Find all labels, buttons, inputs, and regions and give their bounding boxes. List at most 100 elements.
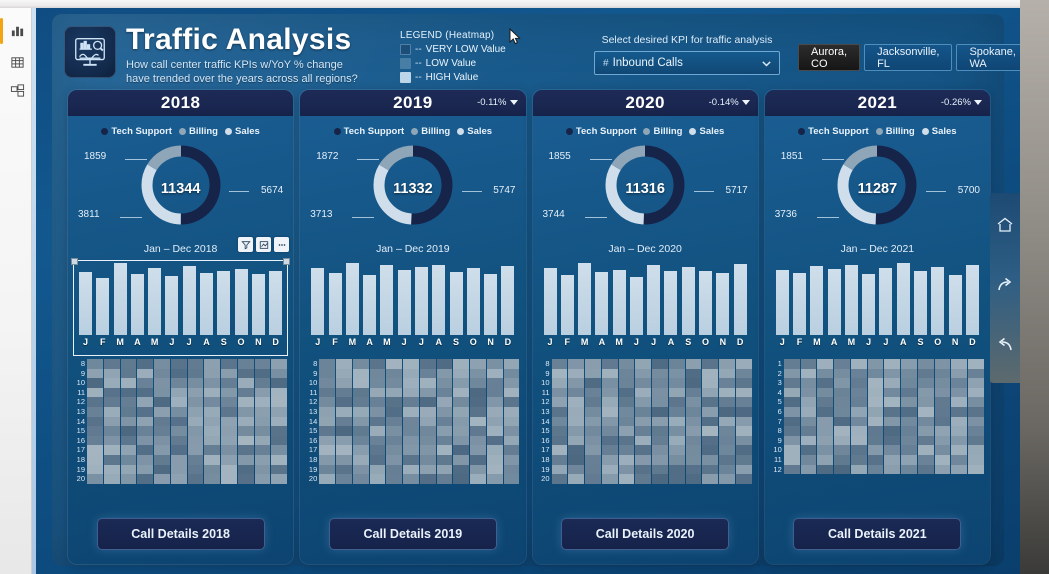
heatmap-cell[interactable]: [187, 397, 204, 407]
heatmap-cell[interactable]: [783, 435, 800, 446]
heatmap-cell[interactable]: [319, 359, 336, 369]
heatmap-cell[interactable]: [968, 454, 984, 465]
heatmap-cell[interactable]: [817, 416, 834, 427]
bar[interactable]: [148, 268, 162, 335]
heatmap-cell[interactable]: [453, 406, 470, 417]
legend-item-tech-support[interactable]: Tech Support: [565, 126, 636, 137]
heatmap-cell[interactable]: [618, 464, 635, 475]
heatmap-cell[interactable]: [652, 359, 668, 369]
heatmap-cell[interactable]: [237, 435, 254, 446]
chevron-down-icon[interactable]: [761, 58, 771, 68]
heatmap-cell[interactable]: [453, 359, 470, 369]
heatmap-cell[interactable]: [87, 435, 103, 446]
heatmap-cell[interactable]: [618, 406, 635, 417]
heatmap-cell[interactable]: [386, 416, 403, 427]
heatmap-cell[interactable]: [884, 464, 901, 475]
heatmap-cell[interactable]: [271, 445, 288, 455]
heatmap-cell[interactable]: [154, 387, 170, 398]
heatmap-cell[interactable]: [87, 474, 103, 484]
heatmap-cell[interactable]: [352, 368, 369, 379]
heatmap-cell[interactable]: [951, 387, 968, 398]
bar[interactable]: [234, 269, 248, 335]
heatmap-cell[interactable]: [934, 464, 951, 475]
heatmap-cell[interactable]: [884, 368, 901, 379]
heatmap-cell[interactable]: [850, 445, 867, 455]
heatmap-cell[interactable]: [934, 406, 951, 417]
heatmap-cell[interactable]: [783, 445, 800, 455]
heatmap-cell[interactable]: [137, 435, 154, 446]
heatmap-cell[interactable]: [403, 445, 419, 455]
heatmap-cell[interactable]: [917, 378, 934, 388]
heatmap-cell[interactable]: [884, 359, 901, 369]
heatmap-cell[interactable]: [470, 435, 486, 446]
heatmap-cell[interactable]: [934, 387, 951, 398]
heatmap-cell[interactable]: [901, 359, 917, 369]
heatmap-cell[interactable]: [968, 464, 984, 475]
heatmap-cell[interactable]: [668, 406, 685, 417]
heatmap-cell[interactable]: [503, 435, 520, 446]
heatmap-cell[interactable]: [951, 454, 968, 465]
heatmap-cell[interactable]: [237, 378, 254, 388]
heatmap-cell[interactable]: [221, 416, 237, 427]
heatmap-cell[interactable]: [187, 406, 204, 417]
heatmap-cell[interactable]: [120, 426, 137, 436]
heatmap-cell[interactable]: [901, 435, 917, 446]
legend-item-billing[interactable]: Billing: [411, 126, 450, 137]
heatmap-cell[interactable]: [783, 464, 800, 475]
heatmap-cell[interactable]: [369, 435, 386, 446]
heatmap-cell[interactable]: [137, 397, 154, 407]
heatmap-cell[interactable]: [319, 387, 336, 398]
bar[interactable]: [647, 264, 661, 335]
heatmap-cell[interactable]: [221, 426, 237, 436]
heatmap-cell[interactable]: [568, 445, 585, 455]
heatmap-cell[interactable]: [204, 464, 221, 475]
heatmap-cell[interactable]: [652, 474, 668, 484]
heatmap-cell[interactable]: [503, 378, 520, 388]
heatmap-cell[interactable]: [204, 445, 221, 455]
heatmap-cell[interactable]: [503, 406, 520, 417]
heatmap-cell[interactable]: [369, 454, 386, 465]
filter-icon[interactable]: [238, 237, 254, 252]
heatmap-cell[interactable]: [735, 368, 752, 379]
heatmap-cell[interactable]: [568, 426, 585, 436]
heatmap-cell[interactable]: [735, 454, 752, 465]
heatmap-cell[interactable]: [917, 416, 934, 427]
heatmap-cell[interactable]: [635, 454, 652, 465]
bar[interactable]: [948, 275, 962, 335]
heatmap-cell[interactable]: [668, 378, 685, 388]
heatmap-cell[interactable]: [719, 359, 735, 369]
bar[interactable]: [914, 271, 927, 335]
heatmap-cell[interactable]: [319, 435, 336, 446]
heatmap-cell[interactable]: [783, 454, 800, 465]
heatmap-cell[interactable]: [867, 435, 884, 446]
heatmap-cell[interactable]: [137, 406, 154, 417]
heatmap-cell[interactable]: [551, 406, 568, 417]
heatmap-cell[interactable]: [867, 416, 884, 427]
heatmap-cell[interactable]: [652, 426, 668, 436]
legend-item-billing[interactable]: Billing: [643, 126, 682, 137]
heatmap-cell[interactable]: [403, 426, 419, 436]
heatmap-cell[interactable]: [336, 454, 352, 465]
heatmap-cell[interactable]: [369, 445, 386, 455]
heatmap-cell[interactable]: [668, 445, 685, 455]
heatmap-cell[interactable]: [585, 445, 601, 455]
heatmap-cell[interactable]: [486, 416, 503, 427]
heatmap-cell[interactable]: [470, 397, 486, 407]
heatmap-cell[interactable]: [735, 397, 752, 407]
heatmap-cell[interactable]: [470, 368, 486, 379]
heatmap-cell[interactable]: [87, 416, 103, 427]
heatmap-cell[interactable]: [352, 474, 369, 484]
heatmap-cell[interactable]: [352, 397, 369, 407]
heatmap-cell[interactable]: [436, 397, 453, 407]
heatmap-cell[interactable]: [137, 474, 154, 484]
bar[interactable]: [217, 270, 231, 335]
heatmap-cell[interactable]: [470, 474, 486, 484]
heatmap-cell[interactable]: [551, 368, 568, 379]
heatmap-cell[interactable]: [817, 445, 834, 455]
heatmap-cell[interactable]: [436, 426, 453, 436]
heatmap-cell[interactable]: [271, 406, 288, 417]
heatmap-cell[interactable]: [850, 387, 867, 398]
heatmap-cell[interactable]: [170, 397, 187, 407]
bar[interactable]: [466, 267, 480, 335]
monthly-bar-chart[interactable]: JFMAMJJASOND: [70, 258, 291, 356]
